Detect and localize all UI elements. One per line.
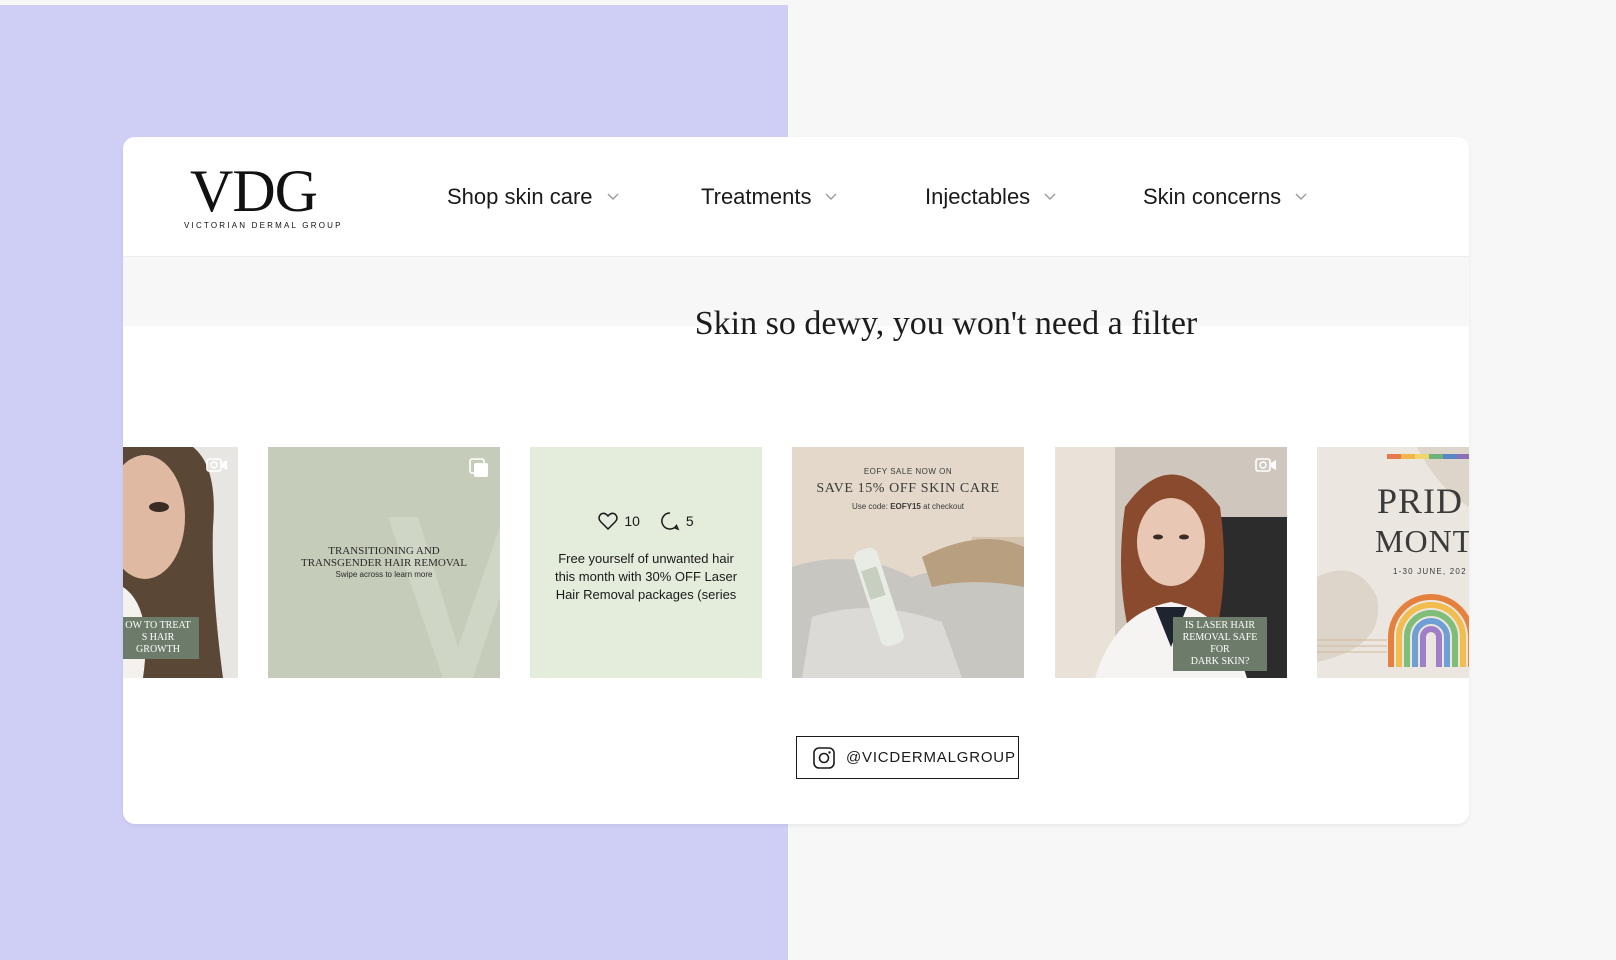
title-line: PRID — [1377, 481, 1464, 521]
instagram-post-tile[interactable]: TRANSITIONING AND TRANSGENDER HAIR REMOV… — [268, 447, 500, 678]
nav-shop-skin-care[interactable]: Shop skin care — [447, 181, 619, 213]
instagram-follow-button[interactable]: @VICDERMALGROUP — [796, 736, 1019, 779]
chevron-down-icon — [1044, 193, 1056, 200]
headline-line: TRANSGENDER HAIR REMOVAL — [300, 557, 468, 569]
video-icon — [206, 458, 227, 472]
tag-line: DARK SKIN? — [1190, 656, 1250, 667]
site-header: VDG VICTORIAN DERMAL GROUP Shop skin car… — [123, 137, 1469, 257]
nav-injectables[interactable]: Injectables — [925, 181, 1056, 213]
tag-line: IS LASER HAIR — [1184, 620, 1255, 631]
headline-line: TRANSITIONING AND — [328, 545, 440, 557]
instagram-post-tile[interactable]: EOFY SALE NOW ON SAVE 15% OFF SKIN CARE … — [792, 447, 1024, 678]
video-icon — [1255, 458, 1276, 472]
nav-label: Shop skin care — [447, 184, 593, 209]
instagram-icon — [813, 746, 835, 769]
sale-code-line: Use code: EOFY15 at checkout — [792, 502, 1024, 511]
promo-code: EOFY15 — [890, 502, 921, 511]
comments-stat: 5 — [660, 511, 694, 531]
instagram-handle: @VICDERMALGROUP — [846, 749, 1016, 766]
comments-count: 5 — [685, 513, 694, 529]
tag-line: OW TO TREAT — [125, 620, 191, 631]
nav-label: Injectables — [925, 184, 1031, 209]
instagram-post-tile[interactable]: 10 5 Free yourself of unwanted hair this… — [530, 447, 762, 678]
comment-icon — [661, 512, 680, 531]
instagram-feed-card: VDG VICTORIAN DERMAL GROUP Shop skin car… — [123, 137, 1469, 824]
tag-line: S HAIR GROWTH — [136, 632, 180, 655]
instagram-post-tile[interactable]: PRID MONT 1-30 JUNE, 202 — [1317, 447, 1469, 678]
post-tag: OW TO TREAT S HAIR GROWTH — [123, 617, 199, 659]
sale-top-line: EOFY SALE NOW ON — [863, 467, 953, 476]
tag-line: REMOVAL SAFE FOR — [1182, 632, 1258, 655]
feed-title: Skin so dewy, you won't need a filter — [694, 305, 1198, 342]
post-tag: IS LASER HAIR REMOVAL SAFE FOR DARK SKIN… — [1173, 617, 1267, 671]
carousel-icon — [469, 458, 488, 477]
chevron-down-icon — [607, 193, 619, 200]
code-prefix: Use code: — [851, 502, 891, 511]
pride-subtitle: MONT — [1375, 523, 1469, 559]
likes-count: 10 — [624, 513, 640, 529]
nav-skin-concerns[interactable]: Skin concerns — [1143, 181, 1307, 213]
post-caption: Free yourself of unwanted hair this mont… — [554, 551, 738, 602]
nav-label: Skin concerns — [1143, 184, 1282, 209]
heart-icon — [598, 512, 619, 530]
sale-headline: SAVE 15% OFF SKIN CARE — [816, 481, 1000, 496]
nav-label: Treatments — [701, 184, 812, 209]
likes-stat: 10 — [598, 511, 640, 531]
instagram-post-tile[interactable]: OW TO TREAT S HAIR GROWTH — [123, 447, 238, 678]
instagram-post-tile[interactable]: IS LASER HAIR REMOVAL SAFE FOR DARK SKIN… — [1055, 447, 1287, 678]
pride-date: 1-30 JUNE, 202 — [1393, 567, 1467, 576]
logo-subtitle: VICTORIAN DERMAL GROUP — [184, 221, 343, 230]
code-suffix: at checkout — [920, 502, 965, 511]
post-subtext: Swipe across to learn more — [335, 570, 433, 579]
chevron-down-icon — [825, 193, 837, 200]
vdg-logo[interactable]: VDG VICTORIAN DERMAL GROUP — [184, 161, 344, 233]
post-stats: 10 5 — [530, 511, 762, 531]
chevron-down-icon — [1295, 193, 1307, 200]
pride-title: PRID — [1377, 481, 1463, 521]
logo-mark: VDG — [190, 158, 318, 224]
post-headline: TRANSITIONING AND TRANSGENDER HAIR REMOV… — [268, 545, 500, 569]
nav-treatments[interactable]: Treatments — [701, 181, 837, 213]
